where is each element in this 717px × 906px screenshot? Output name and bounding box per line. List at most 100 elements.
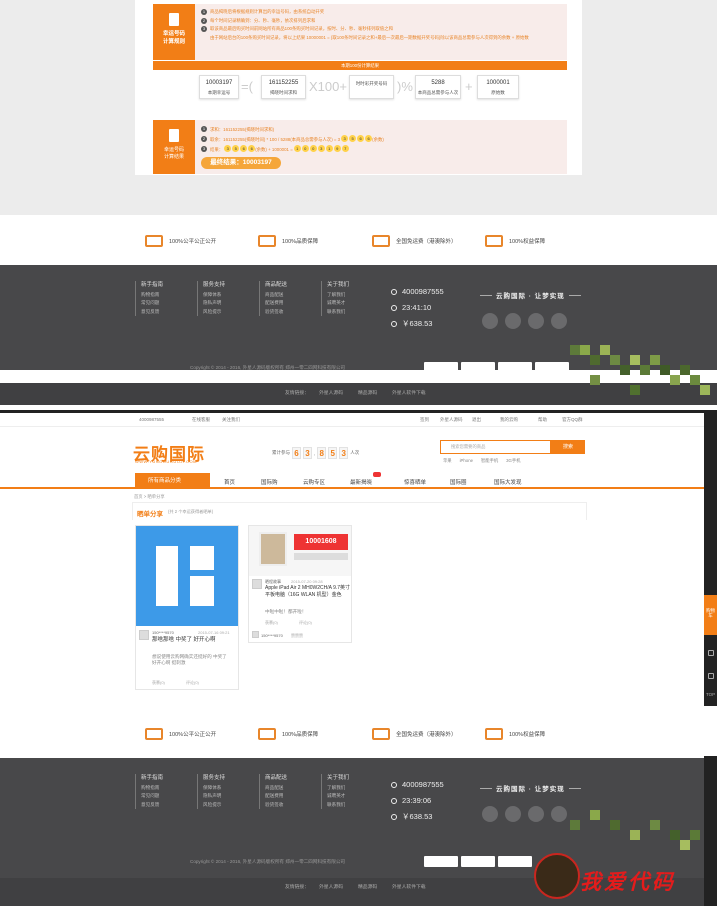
apple-icon[interactable] (551, 806, 567, 822)
formula-operator: )% (397, 79, 413, 94)
result-icon-subtitle: 计算结果 (163, 154, 184, 160)
document-icon (169, 13, 179, 26)
hot-keyword[interactable]: 苹果 (443, 458, 452, 463)
nav-item-home[interactable]: 首页 (224, 478, 235, 486)
weibo-icon[interactable] (505, 313, 521, 329)
footer-link[interactable]: 配送费用 (265, 792, 287, 801)
footer-col-title: 关于我们 (327, 775, 350, 781)
slogan-text: 云购国际 · 让梦实现 (496, 786, 565, 793)
footer-link[interactable]: 购物指南 (141, 291, 163, 300)
card-image[interactable]: 10001608 (249, 526, 351, 576)
footer-link[interactable]: 意见反馈 (141, 801, 163, 810)
nav-item-discover[interactable]: 国际大发现 (494, 478, 522, 486)
all-categories-button[interactable]: 所有商品分类 (135, 473, 210, 489)
footer-link[interactable]: 联系我们 (327, 308, 349, 317)
card-user[interactable]: 150****9570 (152, 630, 174, 635)
footer-link[interactable]: 诚聘英才 (327, 792, 349, 801)
topbar-username[interactable]: 外星人源码 (440, 417, 463, 423)
hot-keyword[interactable]: 智能手机 (481, 458, 498, 463)
topbar-signin[interactable]: 签到 (420, 417, 429, 423)
footer-link[interactable]: 商品配送 (265, 784, 287, 793)
footer-link[interactable]: 了解我们 (327, 291, 349, 300)
avatar[interactable] (252, 579, 262, 589)
friend-link[interactable]: 外星人源码 (319, 383, 343, 405)
weibo-icon[interactable] (505, 806, 521, 822)
footer-phone-text: 4000987555 (402, 780, 444, 789)
search-button[interactable]: 搜索 (551, 440, 585, 454)
footer-link[interactable]: 隐私声明 (203, 299, 225, 308)
footer-link[interactable]: 诚聘英才 (327, 299, 349, 308)
hot-keyword[interactable]: iPhone (460, 458, 473, 463)
footer-link[interactable]: 购物指南 (141, 784, 163, 793)
footer-phone: 4000987555 (391, 777, 444, 793)
footer-link[interactable]: 隐私声明 (203, 792, 225, 801)
topbar-my-account[interactable]: 我的云购 (500, 417, 518, 423)
friend-link[interactable]: 外星人软件下载 (392, 878, 426, 898)
topbar-qq-group[interactable]: 官方QQ群 (562, 417, 583, 423)
phone-icon[interactable] (708, 650, 714, 656)
like-button[interactable]: 羡慕(0) (152, 680, 165, 686)
nav-item-latest[interactable]: 最新揭晓 (350, 478, 372, 486)
avatar[interactable] (139, 630, 149, 640)
feature-item: 100%品质保障 (258, 728, 318, 740)
number-ball: 5 (349, 135, 357, 142)
topbar-online-service[interactable]: 在线客服 (192, 417, 210, 423)
footer-link[interactable]: 保障体系 (203, 291, 225, 300)
topbar-logout[interactable]: 退出 (472, 417, 481, 423)
comment-button[interactable]: 评论(0) (299, 620, 312, 626)
friend-link[interactable]: 外星人源码 (319, 878, 343, 898)
friend-link[interactable]: 精品源码 (358, 383, 377, 405)
feature-label: 100%公平公正公开 (169, 732, 217, 738)
android-icon[interactable] (528, 806, 544, 822)
final-result: 最终结果：10003197 (201, 157, 281, 169)
formula-label: 本期幸运号 (207, 90, 231, 95)
share-card[interactable]: 10001608 晒程故事 2015-07-20 09:28 Apple iPa… (248, 525, 352, 643)
wechat-icon[interactable] (482, 806, 498, 822)
footer-link[interactable]: 保障体系 (203, 784, 225, 793)
truck-icon (372, 728, 390, 740)
footer-column: 新手指南 购物指南 常见问题 意见反馈 (135, 774, 163, 809)
android-icon[interactable] (528, 313, 544, 329)
footer-link[interactable]: 商品配送 (265, 291, 287, 300)
comment-user[interactable]: 150****9570 (261, 633, 283, 638)
counter-digit: 8 (317, 447, 327, 459)
side-cart-tab[interactable]: 购物车 (704, 595, 717, 635)
avatar[interactable] (252, 631, 259, 638)
footer-link[interactable]: 常见问题 (141, 299, 163, 308)
footer-link[interactable]: 风险提示 (203, 801, 225, 810)
footer-link[interactable]: 风险提示 (203, 308, 225, 317)
footer-link[interactable]: 验货签收 (265, 308, 287, 317)
scale-icon (145, 235, 163, 247)
footer-link[interactable]: 联系我们 (327, 801, 349, 810)
friend-link[interactable]: 外星人软件下载 (392, 383, 426, 405)
wechat-icon[interactable] (482, 313, 498, 329)
hot-keyword[interactable]: 3G手机 (506, 458, 520, 463)
nav-item-international[interactable]: 国际购 (261, 478, 278, 486)
footer-link[interactable]: 了解我们 (327, 784, 349, 793)
footer-link[interactable]: 验货签收 (265, 801, 287, 810)
card-image[interactable] (136, 526, 238, 626)
topbar-help[interactable]: 帮助 (538, 417, 547, 423)
footer-link[interactable]: 常见问题 (141, 792, 163, 801)
nav-item-showcase[interactable]: 惊喜晒单 (404, 478, 426, 486)
apple-icon[interactable] (551, 313, 567, 329)
chat-icon[interactable] (708, 673, 714, 679)
nav-item-zone[interactable]: 云购专区 (303, 478, 325, 486)
friend-link[interactable]: 精品源码 (358, 878, 377, 898)
comment-button[interactable]: 评论(0) (186, 680, 199, 686)
card-banner: 10001608 (294, 534, 348, 550)
number-ball: 1 (293, 145, 301, 152)
site-logo-url: WWW.YUNGOUGUOJI.COM (135, 459, 197, 464)
nav-item-circle[interactable]: 国际圈 (450, 478, 467, 486)
back-to-top[interactable]: TOP (706, 692, 715, 697)
like-button[interactable]: 羡慕(0) (265, 620, 278, 626)
topbar-follow[interactable]: 关注我们 (222, 417, 240, 423)
card-title[interactable]: Apple iPad Air 2 MH0W2CH/A 9.7英寸平板电脑（16G… (265, 585, 351, 599)
search-input[interactable]: 搜索您需要的商品 (440, 440, 551, 454)
share-card[interactable]: 150****9570 2015-07-16 09:21 那啥那啥 中奖了 好开… (135, 525, 239, 690)
footer-phone: 4000987555 (391, 284, 444, 300)
rule-icon-block: 幸运号码 计算规则 (153, 4, 195, 60)
footer-link[interactable]: 意见反馈 (141, 308, 163, 317)
footer-link[interactable]: 配送费用 (265, 299, 287, 308)
card-title[interactable]: 那啥那啥 中奖了 好开心啊 (152, 636, 224, 644)
